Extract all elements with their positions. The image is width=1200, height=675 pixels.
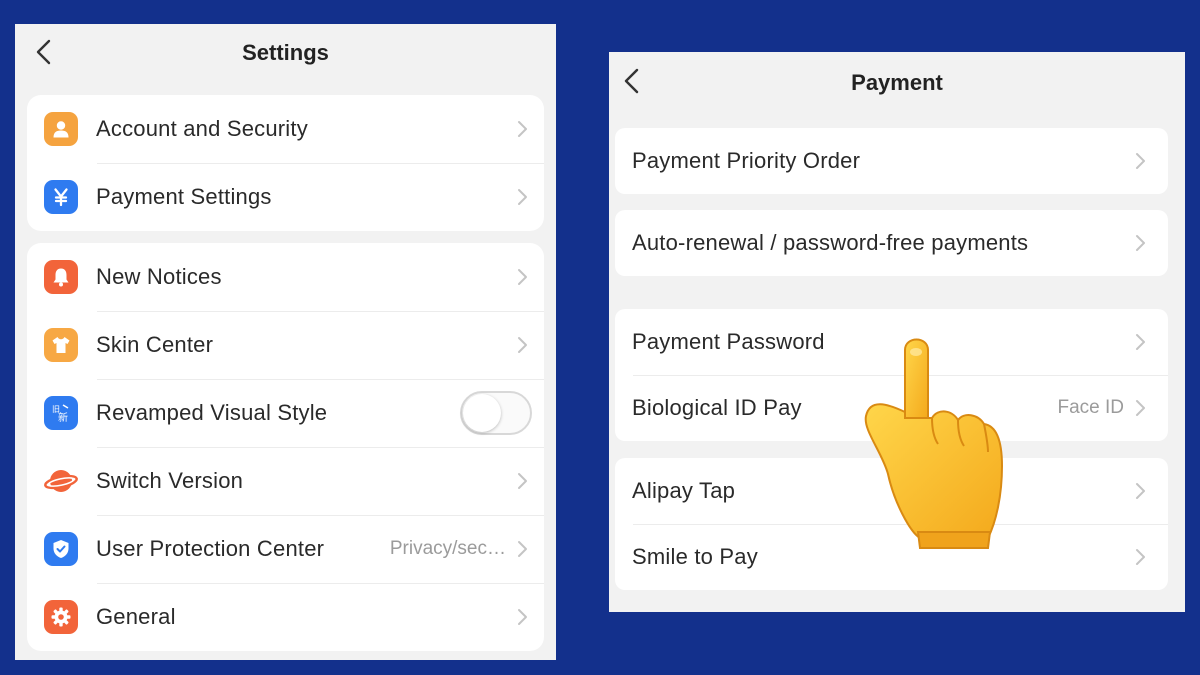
chevron-right-icon xyxy=(1136,334,1145,350)
settings-item-label: User Protection Center xyxy=(96,536,325,561)
settings-item-label: Skin Center xyxy=(96,332,214,357)
visual-style-toggle[interactable] xyxy=(460,391,532,435)
payment-group-autorenewal: Auto-renewal / password-free payments xyxy=(615,210,1168,276)
settings-item-label: Revamped Visual Style xyxy=(96,400,328,425)
settings-item-switch-version[interactable]: Switch Version xyxy=(27,447,544,515)
chevron-right-icon xyxy=(1136,153,1145,169)
chevron-right-icon xyxy=(518,541,527,557)
payment-item-priority-order[interactable]: Payment Priority Order xyxy=(615,128,1168,194)
chevron-right-icon xyxy=(1136,549,1145,565)
chevron-right-icon xyxy=(518,121,527,137)
settings-item-label: Account and Security xyxy=(96,116,308,141)
settings-group-account: Account and Security Payment Settings xyxy=(27,95,544,231)
chevron-right-icon xyxy=(518,473,527,489)
planet-icon xyxy=(44,464,78,498)
settings-item-general[interactable]: General xyxy=(27,583,544,651)
chevron-right-icon xyxy=(518,609,527,625)
person-icon xyxy=(44,112,78,146)
shirt-icon xyxy=(44,328,78,362)
chevron-right-icon xyxy=(1136,400,1145,416)
settings-item-user-protection-center[interactable]: User Protection Center Privacy/sec… xyxy=(27,515,544,583)
chevron-right-icon xyxy=(518,189,527,205)
toggle-knob xyxy=(463,394,501,432)
svg-text:新: 新 xyxy=(58,411,68,424)
shield-icon xyxy=(44,532,78,566)
payment-item-label: Payment Priority Order xyxy=(632,148,861,173)
bell-icon xyxy=(44,260,78,294)
payment-group-priority: Payment Priority Order xyxy=(615,128,1168,194)
gear-icon xyxy=(44,600,78,634)
pointing-hand-icon xyxy=(864,338,1004,549)
settings-nav-bar: Settings xyxy=(15,24,556,80)
settings-screen: Settings Account and Security Payment Se… xyxy=(15,24,556,660)
payment-item-label: Auto-renewal / password-free payments xyxy=(632,230,1029,255)
chevron-right-icon xyxy=(518,337,527,353)
yuan-icon xyxy=(44,180,78,214)
settings-item-label: New Notices xyxy=(96,264,222,289)
page-title: Settings xyxy=(242,40,329,65)
settings-item-label: General xyxy=(96,604,176,629)
settings-item-value: Privacy/sec… xyxy=(389,538,506,559)
chevron-right-icon xyxy=(518,269,527,285)
payment-item-value: Face ID xyxy=(1057,397,1124,418)
settings-item-label: Payment Settings xyxy=(96,184,272,209)
payment-item-auto-renewal[interactable]: Auto-renewal / password-free payments xyxy=(615,210,1168,276)
settings-item-skin-center[interactable]: Skin Center xyxy=(27,311,544,379)
settings-group-general: New Notices Skin Center 旧新 Revamped Visu… xyxy=(27,243,544,651)
settings-item-new-notices[interactable]: New Notices xyxy=(27,243,544,311)
chevron-right-icon xyxy=(1136,483,1145,499)
chevron-right-icon xyxy=(1136,235,1145,251)
settings-item-account-security[interactable]: Account and Security xyxy=(27,95,544,163)
payment-nav-bar: Payment xyxy=(609,52,1185,110)
settings-item-revamped-visual-style: 旧新 Revamped Visual Style xyxy=(27,379,544,447)
old-new-icon: 旧新 xyxy=(44,396,78,430)
page-title: Payment xyxy=(851,70,943,95)
settings-item-label: Switch Version xyxy=(96,468,244,493)
settings-item-payment-settings[interactable]: Payment Settings xyxy=(27,163,544,231)
